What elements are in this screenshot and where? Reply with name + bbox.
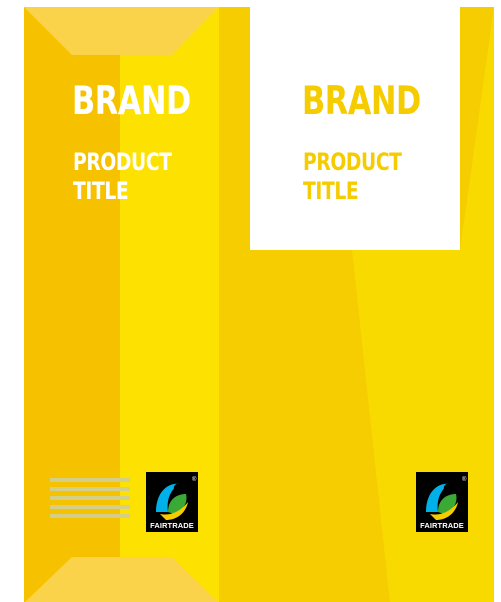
front-product-line2: TITLE bbox=[73, 177, 129, 205]
front-product-line1: PRODUCT bbox=[73, 148, 172, 176]
fairtrade-mark-icon: ® FAIRTRADE bbox=[146, 472, 198, 532]
fairtrade-label: FAIRTRADE bbox=[420, 521, 464, 530]
side-product-title: PRODUCT TITLE bbox=[303, 148, 402, 206]
stripe bbox=[50, 505, 130, 509]
front-product-title: PRODUCT TITLE bbox=[73, 148, 172, 206]
white-label bbox=[250, 7, 460, 250]
stripe bbox=[50, 487, 130, 491]
svg-text:®: ® bbox=[462, 476, 467, 483]
stripe bbox=[50, 514, 130, 518]
front-brand: BRAND bbox=[72, 79, 191, 124]
stripe bbox=[50, 496, 130, 500]
fairtrade-mark-icon: ® FAIRTRADE bbox=[416, 472, 468, 532]
stripe bbox=[50, 478, 130, 482]
side-product-line1: PRODUCT bbox=[303, 148, 402, 176]
barcode-stripes-icon bbox=[50, 478, 130, 528]
side-product-line2: TITLE bbox=[303, 177, 359, 205]
package-dieline: BRAND PRODUCT TITLE BRAND PRODUCT TITLE … bbox=[0, 0, 501, 602]
fairtrade-label: FAIRTRADE bbox=[150, 521, 194, 530]
side-brand: BRAND bbox=[302, 79, 421, 124]
svg-text:®: ® bbox=[192, 476, 197, 483]
